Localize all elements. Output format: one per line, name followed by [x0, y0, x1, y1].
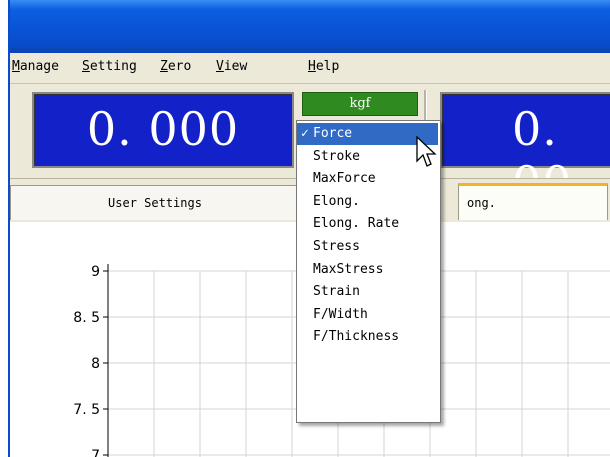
menu-view[interactable]: View — [216, 59, 247, 74]
dropdown-item-elong[interactable]: Elong. — [297, 191, 438, 213]
force-value: 0. 000 — [86, 102, 240, 156]
title-bar[interactable] — [10, 0, 610, 53]
dropdown-item-label: Stress — [313, 239, 360, 254]
y-tick-label: 8. 5 — [73, 310, 100, 326]
menu-manage[interactable]: Manage — [12, 59, 59, 74]
dropdown-item-label: MaxForce — [313, 171, 376, 187]
dropdown-item-maxforce[interactable]: MaxForce — [297, 168, 438, 190]
menu-help[interactable]: Help — [308, 59, 339, 74]
mouse-cursor-icon — [416, 136, 437, 167]
dropdown-item-label: Elong. Rate — [313, 216, 400, 232]
tab-elong[interactable]: ong. — [458, 183, 608, 220]
dropdown-item-label: MaxStress — [313, 261, 384, 277]
dropdown-item-label: F/Thickness — [313, 329, 400, 345]
dropdown-item-strain[interactable]: Strain — [297, 281, 438, 303]
dropdown-item-label: Force — [313, 126, 353, 141]
menu-setting[interactable]: Setting — [82, 59, 137, 74]
check-icon: ✓ — [301, 126, 309, 141]
y-tick-label: 7 — [91, 448, 100, 457]
menu-bar: Manage Setting Zero View Help — [10, 53, 610, 84]
y-tick-label: 7. 5 — [73, 402, 100, 418]
dropdown-item-label: Elong. — [313, 193, 360, 209]
dropdown-item-label: Stroke — [313, 148, 360, 164]
second-display: 0. 00 — [440, 92, 610, 210]
tab-user-settings[interactable]: User Settings — [10, 185, 300, 220]
dropdown-item-label: F/Width — [313, 306, 368, 322]
unit-button[interactable]: kgf — [302, 92, 418, 116]
chart-y-axis: 9 8. 5 8 7. 5 7 — [73, 264, 109, 457]
menu-zero[interactable]: Zero — [160, 59, 191, 74]
force-display: 0. 000 — [32, 92, 294, 168]
dropdown-item-label: Strain — [313, 284, 360, 300]
y-tick-label: 8 — [91, 356, 100, 372]
dropdown-item-f-width[interactable]: F/Width — [297, 304, 438, 326]
y-tick-label: 9 — [91, 264, 100, 280]
dropdown-item-stress[interactable]: Stress — [297, 236, 438, 258]
dropdown-item-maxstress[interactable]: MaxStress — [297, 259, 438, 281]
dropdown-item-f-thickness[interactable]: F/Thickness — [297, 326, 438, 348]
dropdown-item-elong-rate[interactable]: Elong. Rate — [297, 213, 438, 235]
